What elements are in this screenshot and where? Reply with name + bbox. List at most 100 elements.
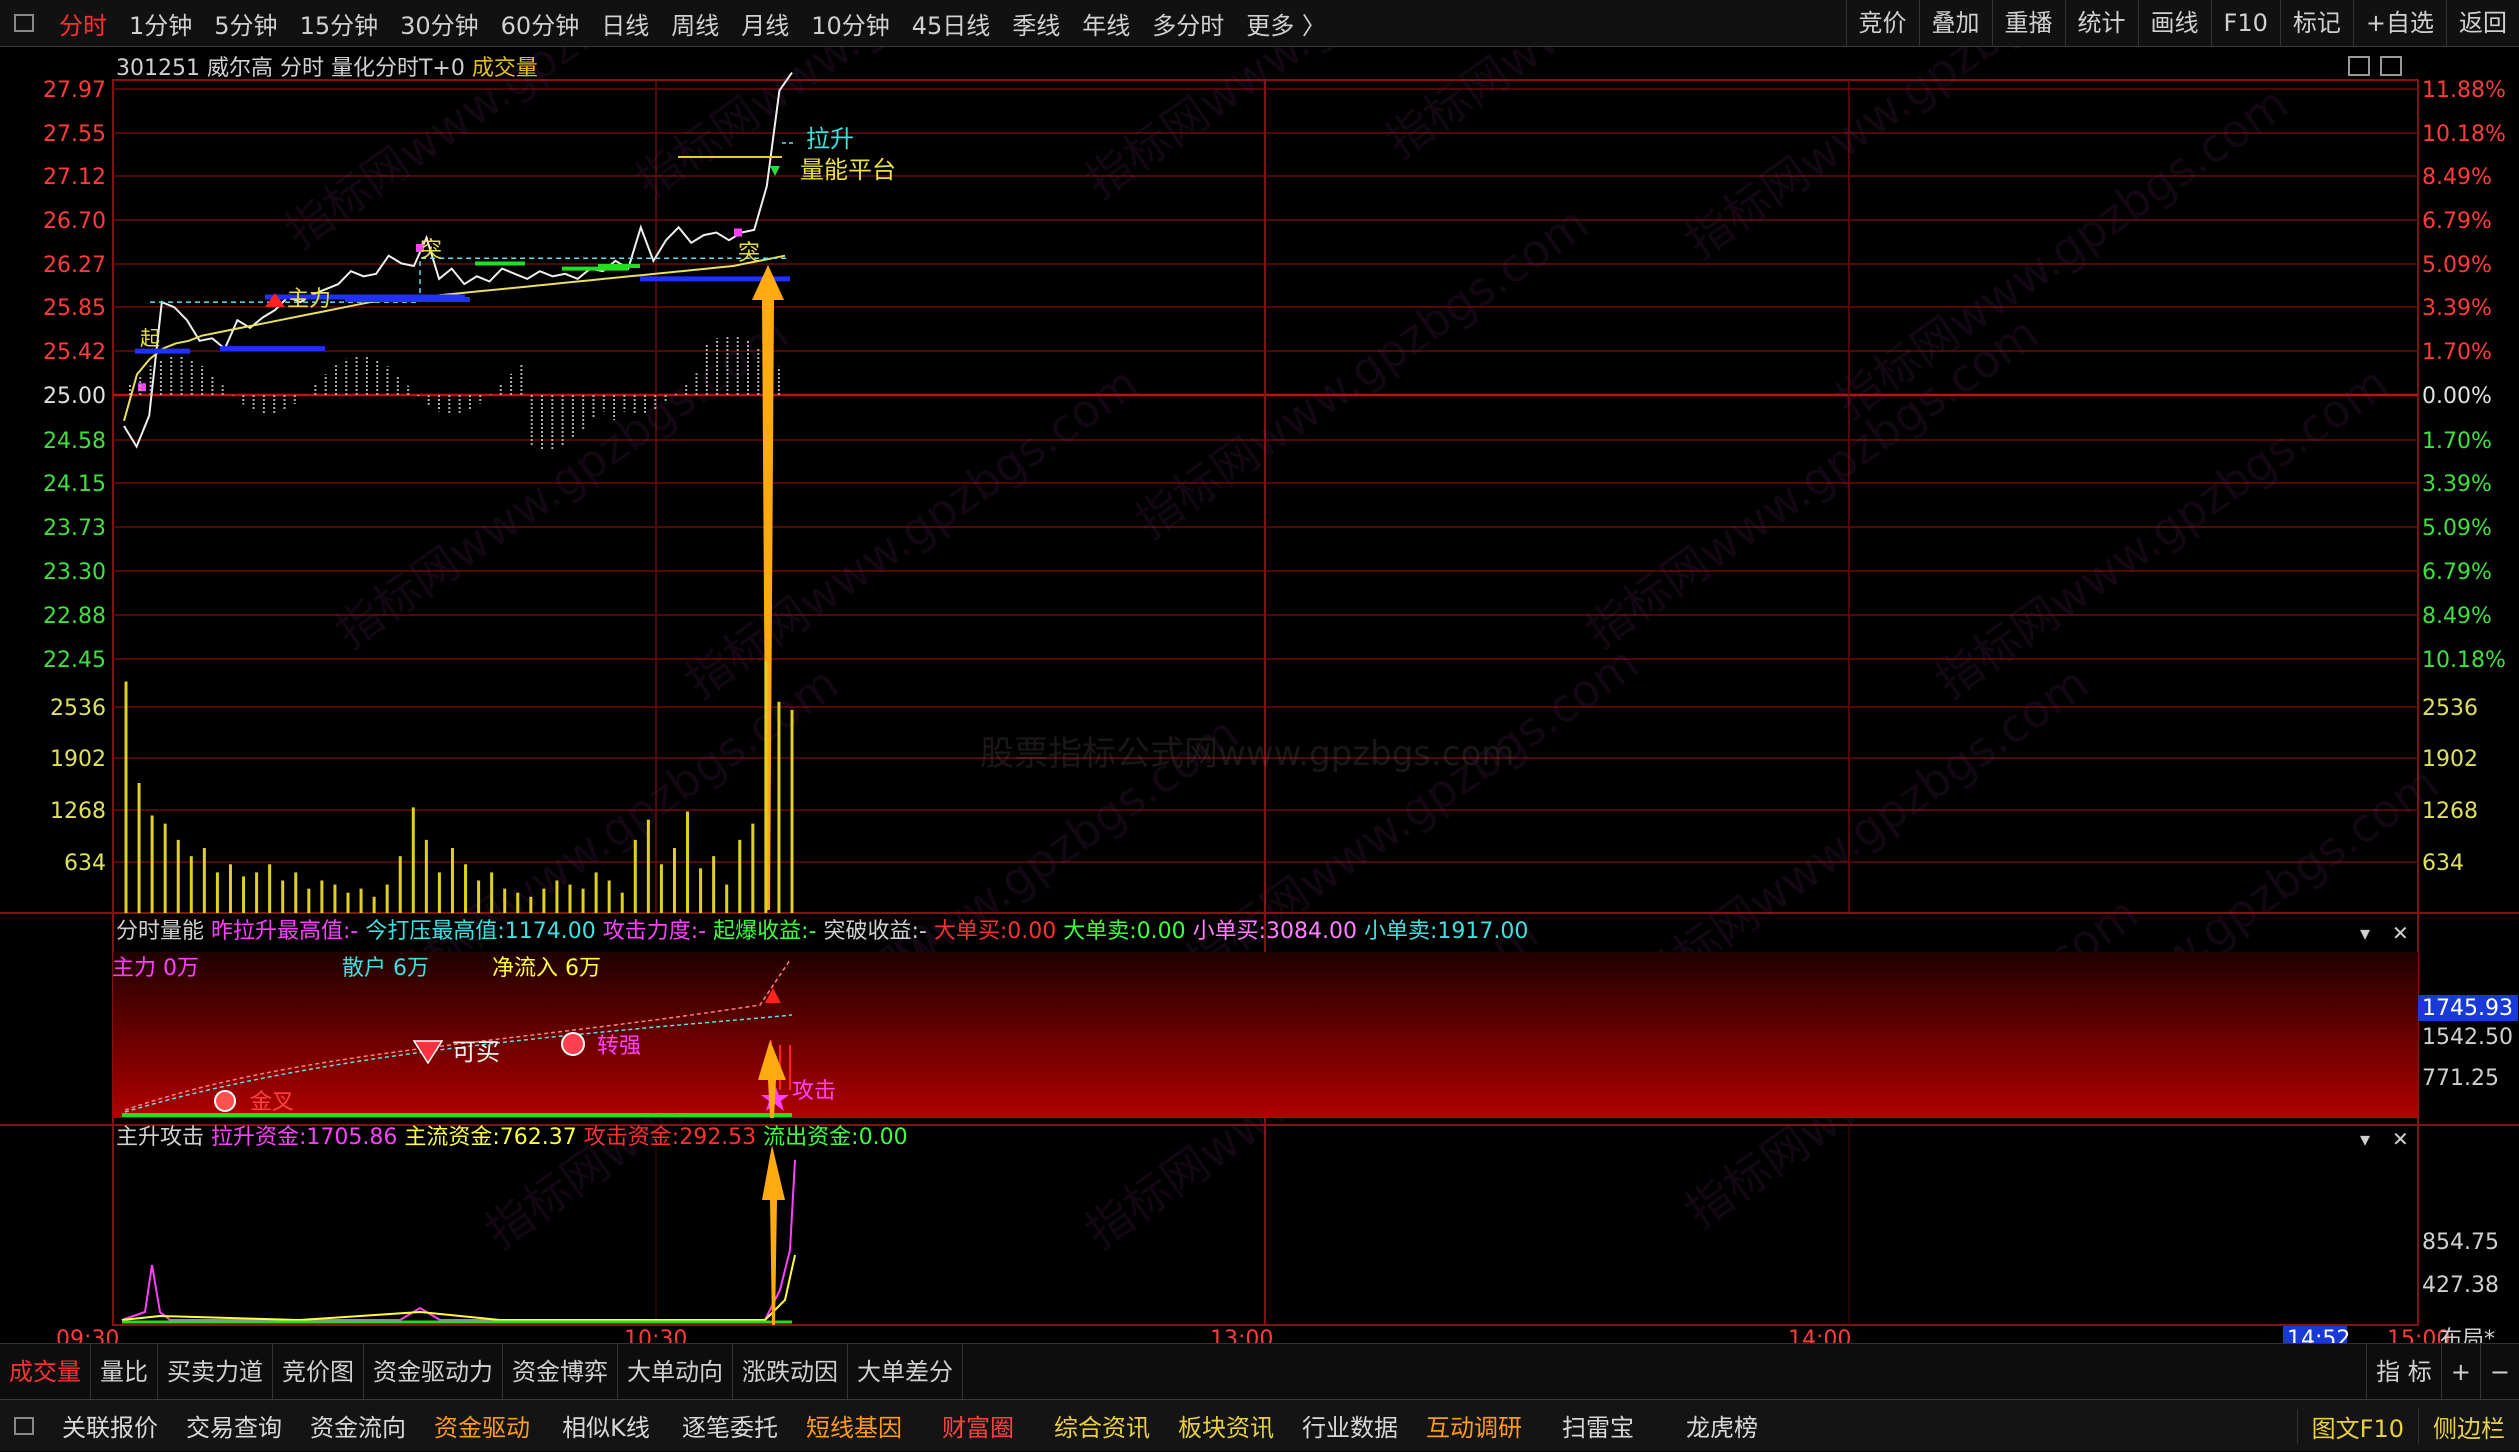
watermark-text: 指标网www.gpzbgs.com [1375,47,1848,169]
intraday-chart[interactable]: 指标网www.gpzbgs.com 指标网www.gpzbgs.com指标网www… [0,47,2519,1343]
period-tab[interactable]: 45日线 [901,6,1002,41]
panel2-axis-low: 771.25 [2422,1066,2499,1091]
indicator-tab[interactable]: 涨跌动因 [733,1343,848,1400]
watermark-text: 指标网www.gpzbgs.com [625,47,1098,209]
panel-menu-icon[interactable] [14,1416,34,1435]
indicator-tab[interactable]: 大单差分 [848,1343,963,1400]
panel3-close-icon: ✕ [2392,1127,2409,1151]
pct-label-up: 8.49% [2422,165,2492,190]
info-link[interactable]: 互动调研 [1412,1408,1536,1443]
tool-button[interactable]: 重播 [1991,0,2065,47]
indicator-tab[interactable]: 量比 [91,1343,158,1400]
period-tab[interactable]: 60分钟 [490,6,591,41]
info-link-right[interactable]: 图文F10 [2296,1408,2418,1444]
header-vol: 成交量 [472,56,538,81]
tool-button[interactable]: 竞价 [1845,0,1919,47]
fullscreen-icon [2380,56,2402,76]
pct-label-up: 6.79% [2422,209,2492,234]
indicator-tab[interactable]: 成交量 [0,1343,91,1400]
period-tab[interactable]: 1分钟 [118,6,203,41]
panel2-flow: 主力 0万 [112,956,199,981]
period-tab[interactable]: 30分钟 [389,6,490,41]
indicator-tab[interactable]: 竞价图 [273,1343,364,1400]
period-tab[interactable]: 10分钟 [800,6,901,41]
panel3-metric: 主流资金:762.37 [404,1125,583,1150]
price-label-up: 27.55 [43,122,106,147]
price-label-down: 23.30 [43,560,106,585]
period-tab[interactable]: 多分时 [1141,6,1235,41]
period-tab[interactable]: 月线 [730,6,800,41]
watermark-text: 指标网www.gpzbgs.com [1125,196,1598,549]
price-label-up: 25.42 [43,340,106,365]
panel2-metric: 大单卖:0.00 [1063,919,1192,944]
golden-cross-icon [214,1090,236,1112]
info-link[interactable]: 逐笔委托 [668,1408,792,1443]
breakthrough-label-2: 突 [738,241,760,266]
pct-label-down: 8.49% [2422,604,2492,629]
indicator-tool-button[interactable]: + [2440,1344,2480,1400]
period-tab[interactable]: 季线 [1001,6,1071,41]
period-tab[interactable]: 更多 〉 [1235,6,1337,41]
zoom-icon [2348,56,2370,76]
period-tab[interactable]: 年线 [1071,6,1141,41]
tool-button[interactable]: 画线 [2137,0,2211,47]
panel3-metrics: 主升攻击 拉升资金:1705.86 主流资金:762.37 攻击资金:292.5… [116,1125,908,1150]
lift-fund-line [121,1159,796,1321]
period-tab[interactable]: 周线 [660,6,730,41]
panel2-metric: 小单买:3084.00 [1193,919,1364,944]
main-force-label: 主力 [287,287,331,312]
info-link[interactable]: 资金流向 [296,1408,420,1443]
indicator-tool-button[interactable]: − [2479,1344,2519,1400]
golden-cross-label: 金叉 [250,1090,294,1115]
pct-label-up: 5.09% [2422,253,2492,278]
price-label-down: 24.15 [43,472,106,497]
breakout-label: 拉升 [806,125,854,153]
time-label: 13:00 [1210,1327,1273,1343]
window-menu-icon[interactable] [14,14,34,32]
tool-button[interactable]: 标记 [2279,0,2353,47]
info-link[interactable]: 行业数据 [1288,1408,1412,1443]
header-name: 威尔高 [200,56,280,81]
tool-button[interactable]: 叠加 [1918,0,1992,47]
info-link[interactable]: 综合资讯 [1040,1408,1164,1443]
indicator-tab[interactable]: 大单动向 [618,1343,733,1400]
info-link-right[interactable]: 侧边栏 [2418,1408,2519,1444]
info-link[interactable]: 相似K线 [544,1408,668,1443]
current-time: 14:52 [2287,1327,2350,1343]
period-tab[interactable]: 15分钟 [289,6,390,41]
period-tab[interactable]: 日线 [590,6,660,41]
price-label-up: 26.70 [43,209,106,234]
info-links-right: 图文F10 侧边栏 [2296,1400,2519,1452]
price-label-down: 22.45 [43,648,106,673]
panel3-axis-low: 427.38 [2422,1273,2499,1298]
breakthrough-label-1: 突 [420,238,442,263]
volume-label-right: 634 [2422,851,2464,876]
info-link[interactable]: 龙虎榜 [1660,1408,1784,1443]
info-link[interactable]: 扫雷宝 [1536,1408,1660,1443]
price-label-up: 27.97 [43,78,106,103]
tool-button[interactable]: +自选 [2352,0,2446,47]
info-link[interactable]: 关联报价 [48,1408,172,1443]
info-link[interactable]: 短线基因 [792,1408,916,1443]
indicator-tool-button[interactable]: 指 标 [2366,1344,2441,1400]
period-tab[interactable]: 分时 [48,6,118,41]
tool-button[interactable]: 统计 [2064,0,2138,47]
volume-label-right: 1902 [2422,747,2478,772]
period-tab[interactable]: 5分钟 [203,6,288,41]
turn-strong-label: 转强 [597,1034,641,1059]
indicator-tab[interactable]: 资金博弈 [503,1343,618,1400]
panel3-title: 主升攻击 [116,1125,211,1150]
header-ind: 量化分时T+0 [331,56,472,81]
info-link[interactable]: 板块资讯 [1164,1408,1288,1443]
attack-label: 攻击 [792,1079,836,1104]
panel3-dropdown-icon: ▾ [2360,1127,2370,1151]
info-link[interactable]: 财富圈 [916,1408,1040,1443]
down-marker-icon [770,166,780,176]
tool-button[interactable]: F10 [2210,0,2280,47]
indicator-tab[interactable]: 资金驱动力 [364,1343,503,1400]
indicator-tab[interactable]: 买卖力道 [158,1343,273,1400]
info-link[interactable]: 交易查询 [172,1408,296,1443]
info-link[interactable]: 资金驱动 [420,1408,544,1443]
platform-label: 量能平台 [800,156,896,184]
tool-button[interactable]: 返回 [2446,0,2519,47]
